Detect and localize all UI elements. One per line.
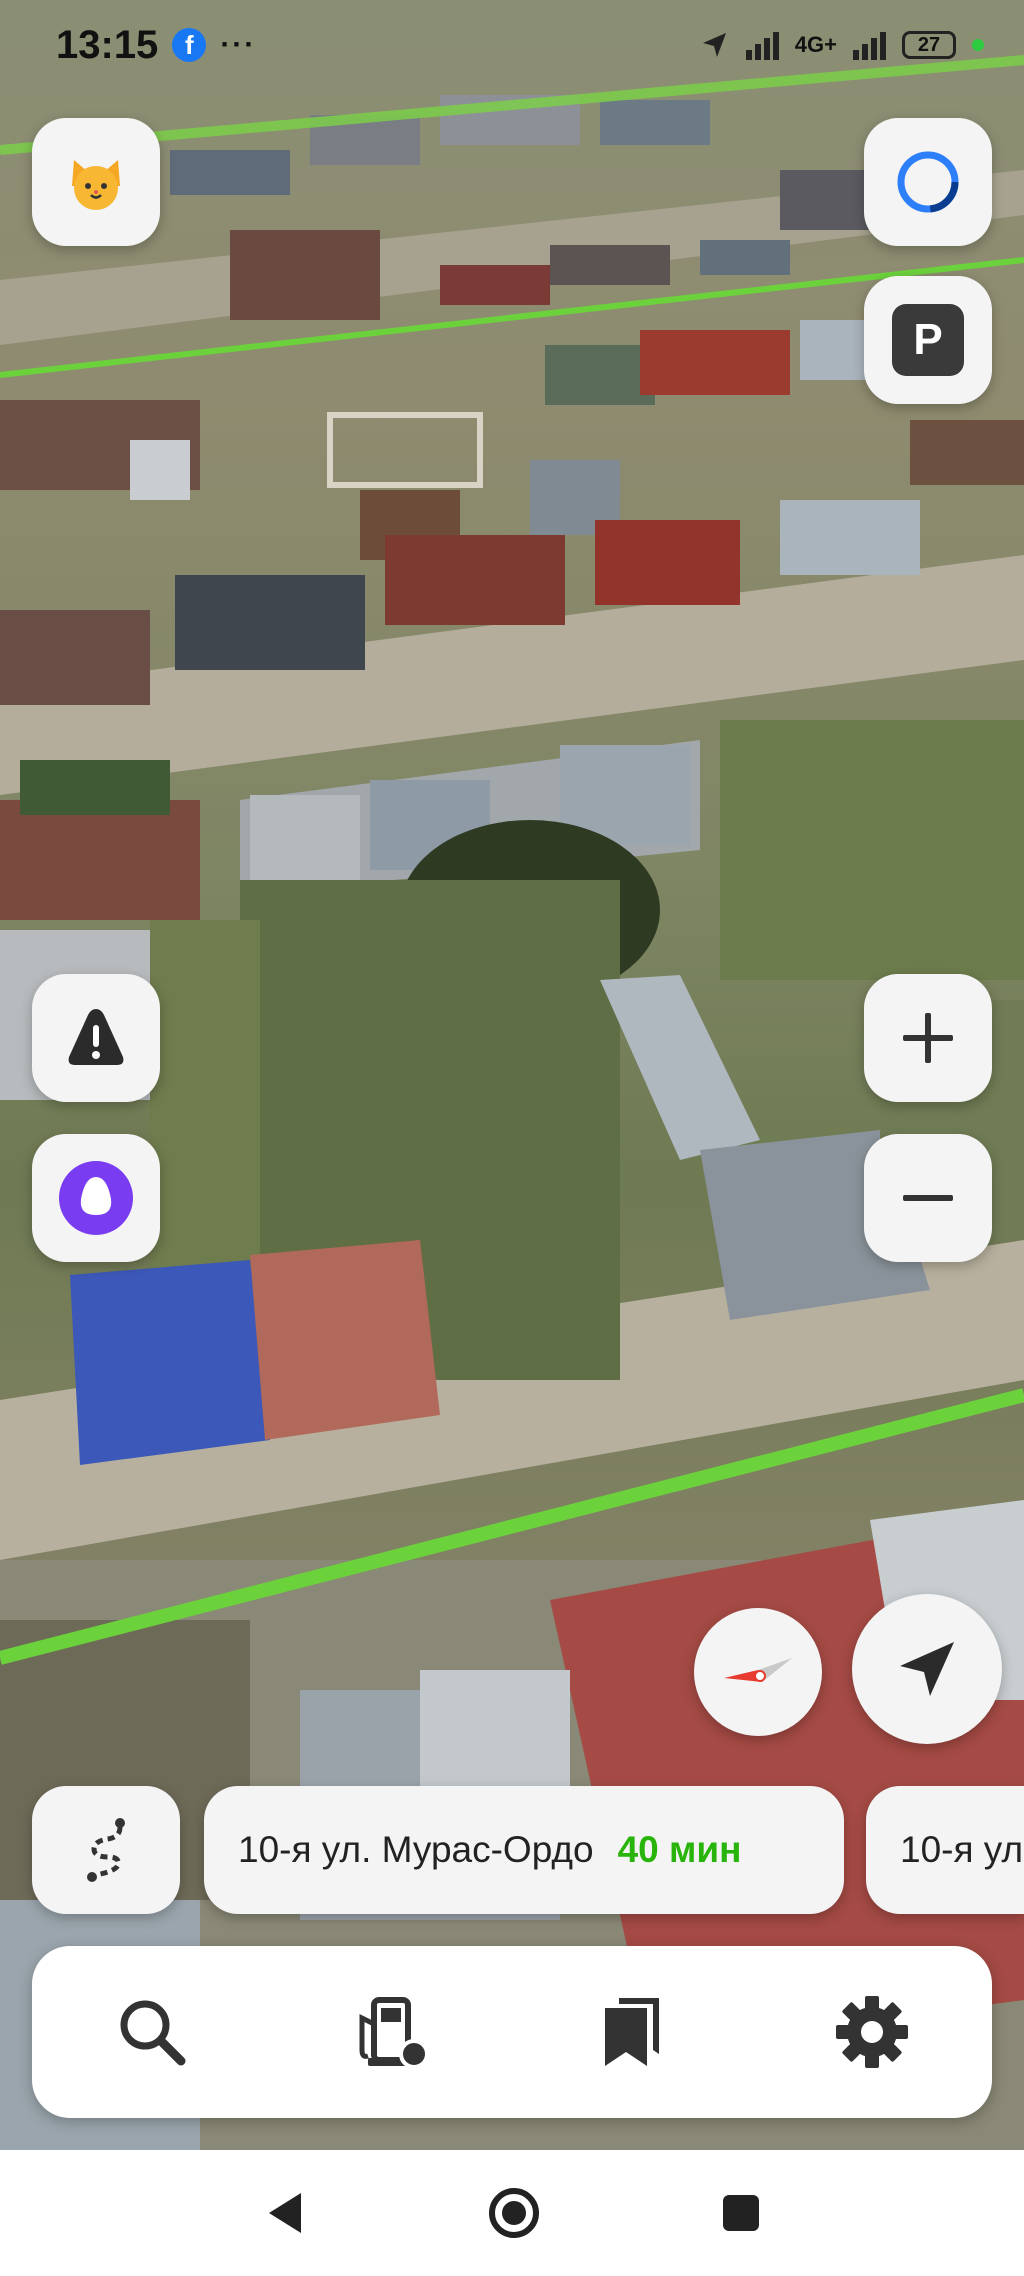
facebook-notification-icon: f: [172, 28, 207, 62]
cat-face-icon: [72, 160, 120, 210]
minus-icon: [903, 1195, 953, 1201]
bookmarks-icon: [605, 1998, 659, 2066]
clock: 13:15: [56, 22, 159, 67]
system-navigation-bar: [0, 2150, 1024, 2276]
battery-level: 27: [917, 33, 941, 56]
route-icon: [87, 1818, 125, 1882]
zoom-out-button[interactable]: [864, 1134, 992, 1262]
alice-ring-icon: [897, 151, 959, 213]
gas-stations-button[interactable]: [332, 1972, 452, 2092]
my-location-button[interactable]: [852, 1594, 1002, 1744]
compass-icon: [724, 1658, 792, 1682]
routes-button[interactable]: [32, 1786, 180, 1914]
plus-icon: [903, 1013, 953, 1063]
alice-icon: [59, 1161, 133, 1235]
profile-button[interactable]: [32, 118, 160, 246]
recent-apps-icon[interactable]: [721, 2193, 761, 2233]
fuel-station-icon: [359, 1997, 429, 2069]
battery-icon: 27: [902, 31, 956, 59]
parking-button[interactable]: P: [864, 276, 992, 404]
search-icon: [120, 2000, 186, 2066]
alice-assistant-button[interactable]: [864, 118, 992, 246]
location-arrow-icon: [900, 1642, 954, 1696]
back-icon[interactable]: [263, 2189, 307, 2237]
bookmarks-button[interactable]: [572, 1972, 692, 2092]
privacy-indicator-icon: [972, 39, 984, 51]
parking-label: P: [913, 315, 943, 364]
route-suggestion-2[interactable]: 10-я ул: [866, 1786, 1024, 1914]
bottom-toolbar: [32, 1946, 992, 2118]
more-notifications-icon: ···: [220, 28, 257, 61]
route-destination: 10-я ул. Мурас-Ордо: [238, 1829, 594, 1870]
route-destination: 10-я ул: [900, 1829, 1024, 1870]
road-alert-icon: [68, 1009, 124, 1065]
location-active-icon: [702, 33, 726, 57]
status-bar: 13:15 f ··· 4G+ 27: [0, 0, 1024, 90]
signal-strength-icon: [745, 30, 779, 60]
compass-button[interactable]: [694, 1608, 822, 1736]
home-icon[interactable]: [487, 2186, 541, 2240]
parking-icon: P: [892, 304, 964, 376]
signal-strength-2-icon: [853, 30, 886, 60]
network-type: 4G+: [794, 32, 837, 57]
settings-button[interactable]: [812, 1972, 932, 2092]
route-suggestion-1[interactable]: 10-я ул. Мурас-Ордо 40 мин: [204, 1786, 844, 1914]
gear-icon: [836, 1996, 908, 2068]
alice-voice-button[interactable]: [32, 1134, 160, 1262]
route-eta: 40 мин: [617, 1829, 742, 1870]
search-button[interactable]: [92, 1972, 212, 2092]
report-road-event-button[interactable]: [32, 974, 160, 1102]
zoom-in-button[interactable]: [864, 974, 992, 1102]
